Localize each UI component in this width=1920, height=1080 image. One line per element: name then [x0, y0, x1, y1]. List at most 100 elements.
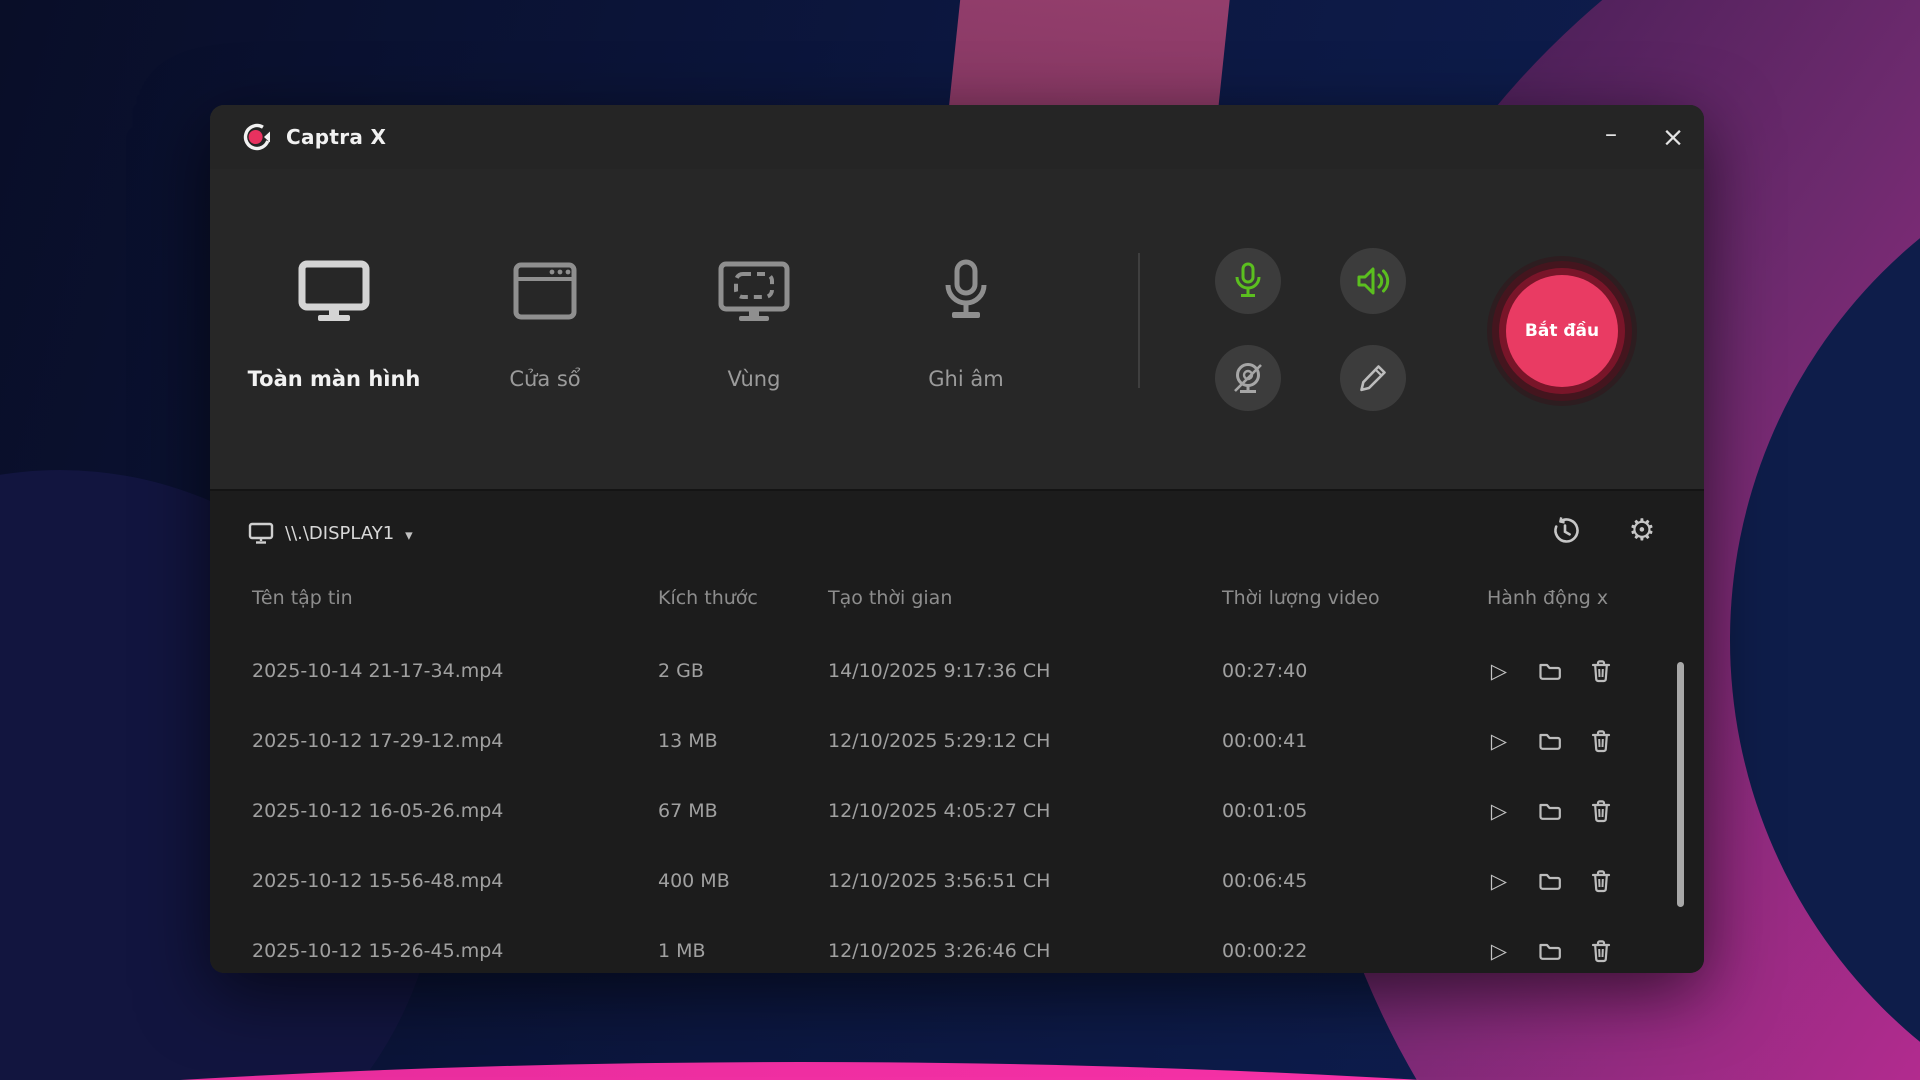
open-folder-button[interactable] — [1538, 729, 1562, 753]
display-monitor-icon — [248, 522, 274, 545]
file-name: 2025-10-12 15-56-48.mp4 — [252, 870, 503, 892]
folder-icon — [1538, 731, 1562, 751]
start-button-wrap: Bắt đầu — [1487, 256, 1637, 406]
region-select-icon — [644, 241, 864, 341]
trash-icon — [1590, 869, 1612, 893]
mode-region[interactable]: Vùng — [644, 241, 864, 391]
delete-button[interactable] — [1589, 799, 1613, 823]
library-toolbar: ⚙ — [1550, 515, 1658, 547]
display-selector-label: \\.\DISPLAY1 — [285, 523, 394, 544]
settings-button[interactable]: ⚙ — [1626, 515, 1658, 547]
section-divider — [1138, 253, 1140, 388]
file-name: 2025-10-12 17-29-12.mp4 — [252, 730, 503, 752]
trash-icon — [1590, 799, 1612, 823]
mode-label: Toàn màn hình — [224, 367, 444, 391]
file-duration: 00:00:41 — [1222, 730, 1307, 752]
delete-button[interactable] — [1589, 729, 1613, 753]
minimize-button[interactable]: – — [1580, 105, 1642, 172]
file-name: 2025-10-12 15-26-45.mp4 — [252, 940, 503, 962]
close-button[interactable]: × — [1642, 105, 1704, 169]
file-created: 12/10/2025 3:56:51 CH — [828, 870, 1050, 892]
open-folder-button[interactable] — [1538, 939, 1562, 963]
mode-fullscreen[interactable]: Toàn màn hình — [224, 241, 444, 391]
table-header: Tên tập tin Kích thước Tạo thời gian Thờ… — [210, 587, 1704, 627]
microphone-toggle-button[interactable] — [1215, 248, 1281, 314]
row-actions: ▷ — [1487, 729, 1613, 753]
play-button[interactable]: ▷ — [1487, 939, 1511, 963]
history-button[interactable] — [1550, 516, 1580, 546]
fullscreen-monitor-icon — [224, 241, 444, 341]
delete-button[interactable] — [1589, 659, 1613, 683]
app-window: Captra X – × Toàn màn hình — [210, 105, 1704, 973]
column-header-size: Kích thước — [658, 587, 758, 609]
mode-audio[interactable]: Ghi âm — [856, 241, 1076, 391]
mode-label: Vùng — [644, 367, 864, 391]
open-folder-button[interactable] — [1538, 659, 1562, 683]
mode-label: Cửa sổ — [435, 367, 655, 391]
table-row: 2025-10-14 21-17-34.mp4 2 GB 14/10/2025 … — [210, 636, 1704, 706]
file-size: 1 MB — [658, 940, 706, 962]
open-folder-button[interactable] — [1538, 799, 1562, 823]
trash-icon — [1590, 729, 1612, 753]
recordings-section: \\.\DISPLAY1 ▾ ⚙ Tên tập tin Kíc — [210, 489, 1704, 973]
capture-mode-section: Toàn màn hình Cửa sổ — [210, 169, 1704, 489]
file-size: 13 MB — [658, 730, 718, 752]
file-duration: 00:27:40 — [1222, 660, 1307, 682]
speaker-toggle-button[interactable] — [1340, 248, 1406, 314]
file-duration: 00:00:22 — [1222, 940, 1307, 962]
play-icon: ▷ — [1491, 801, 1507, 822]
delete-button[interactable] — [1589, 939, 1613, 963]
file-created: 12/10/2025 4:05:27 CH — [828, 800, 1050, 822]
open-folder-button[interactable] — [1538, 869, 1562, 893]
file-created: 12/10/2025 3:26:46 CH — [828, 940, 1050, 962]
pencil-icon — [1357, 362, 1389, 394]
play-icon: ▷ — [1491, 871, 1507, 892]
table-row: 2025-10-12 16-05-26.mp4 67 MB 12/10/2025… — [210, 776, 1704, 846]
table-row: 2025-10-12 15-56-48.mp4 400 MB 12/10/202… — [210, 846, 1704, 916]
file-created: 12/10/2025 5:29:12 CH — [828, 730, 1050, 752]
folder-icon — [1538, 661, 1562, 681]
row-actions: ▷ — [1487, 869, 1613, 893]
folder-icon — [1538, 801, 1562, 821]
file-size: 2 GB — [658, 660, 704, 682]
scrollbar-thumb[interactable] — [1677, 662, 1684, 907]
play-button[interactable]: ▷ — [1487, 869, 1511, 893]
start-button-label: Bắt đầu — [1525, 321, 1599, 341]
file-name: 2025-10-14 21-17-34.mp4 — [252, 660, 503, 682]
app-title: Captra X — [286, 125, 386, 149]
column-header-actions: Hành động x — [1487, 587, 1608, 609]
speaker-on-icon — [1355, 265, 1391, 297]
delete-button[interactable] — [1589, 869, 1613, 893]
window-controls: – × — [1580, 105, 1704, 169]
mode-window[interactable]: Cửa sổ — [435, 241, 655, 391]
chevron-down-icon: ▾ — [405, 523, 413, 544]
app-logo-icon — [242, 122, 272, 152]
mode-label: Ghi âm — [856, 367, 1076, 391]
webcam-off-icon — [1230, 360, 1266, 396]
table-row: 2025-10-12 17-29-12.mp4 13 MB 12/10/2025… — [210, 706, 1704, 776]
start-recording-button[interactable]: Bắt đầu — [1506, 275, 1618, 387]
webcam-toggle-button[interactable] — [1215, 345, 1281, 411]
titlebar[interactable]: Captra X – × — [210, 105, 1704, 169]
file-duration: 00:01:05 — [1222, 800, 1307, 822]
play-button[interactable]: ▷ — [1487, 659, 1511, 683]
play-icon: ▷ — [1491, 731, 1507, 752]
trash-icon — [1590, 939, 1612, 963]
folder-icon — [1538, 871, 1562, 891]
row-actions: ▷ — [1487, 659, 1613, 683]
file-name: 2025-10-12 16-05-26.mp4 — [252, 800, 503, 822]
column-header-created: Tạo thời gian — [828, 587, 952, 609]
row-actions: ▷ — [1487, 799, 1613, 823]
file-size: 67 MB — [658, 800, 718, 822]
desktop-background: Captra X – × Toàn màn hình — [0, 0, 1920, 1080]
play-button[interactable]: ▷ — [1487, 799, 1511, 823]
annotate-toggle-button[interactable] — [1340, 345, 1406, 411]
microphone-icon — [856, 241, 1076, 341]
table-row: 2025-10-12 15-26-45.mp4 1 MB 12/10/2025 … — [210, 916, 1704, 973]
play-button[interactable]: ▷ — [1487, 729, 1511, 753]
display-selector[interactable]: \\.\DISPLAY1 ▾ — [248, 513, 413, 553]
folder-icon — [1538, 941, 1562, 961]
app-window-icon — [435, 241, 655, 341]
row-actions: ▷ — [1487, 939, 1613, 963]
file-duration: 00:06:45 — [1222, 870, 1307, 892]
